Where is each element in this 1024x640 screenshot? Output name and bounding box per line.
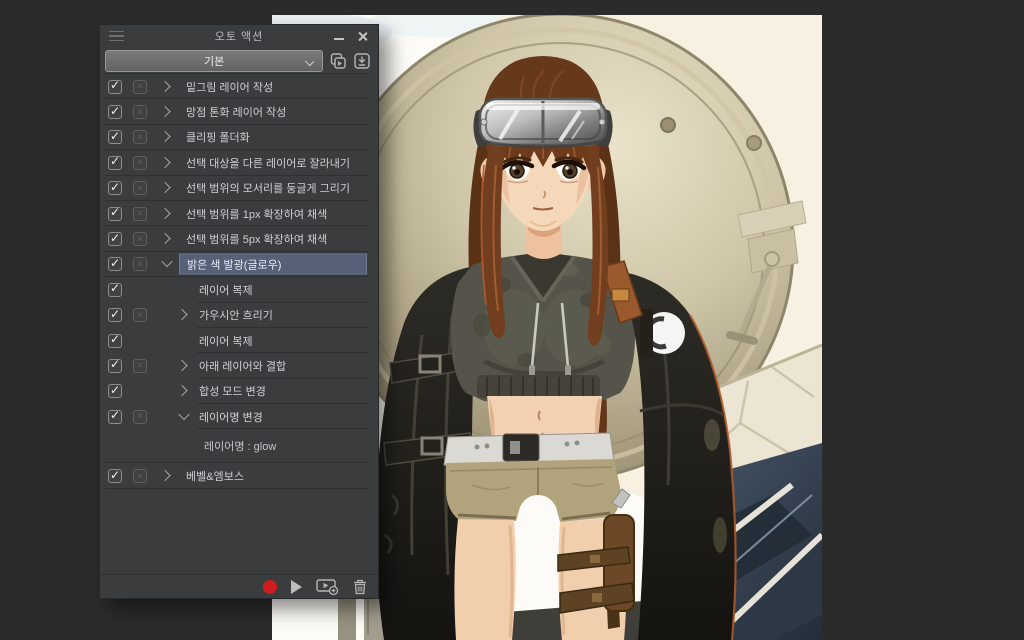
dialog-checkbox[interactable]: ✕	[133, 359, 147, 373]
add-auto-action-icon[interactable]	[316, 578, 339, 595]
chevron-right-icon[interactable]	[161, 80, 174, 93]
action-set-value: 기본	[204, 53, 224, 69]
close-icon[interactable]	[357, 31, 368, 42]
dialog-checkbox[interactable]: ✕	[133, 257, 147, 271]
chevron-down-icon	[305, 56, 314, 65]
enable-checkbox[interactable]: ✓	[108, 469, 122, 483]
action-row[interactable]: ✓ ✕ 선택 범위를 5px 확장하여 채색	[105, 226, 368, 251]
chevron-right-icon[interactable]	[161, 233, 174, 246]
panel-title: 오토 액션	[100, 28, 378, 44]
action-label: 선택 대상을 다른 레이어로 잘라내기	[186, 155, 350, 171]
action-label: 밝은 색 발광(글로우)	[179, 254, 367, 275]
action-label: 아래 레이어와 결합	[199, 358, 286, 374]
enable-checkbox[interactable]: ✓	[108, 410, 122, 424]
dialog-checkbox[interactable]: ✕	[133, 232, 147, 246]
workspace: 오토 액션 기본	[0, 0, 1024, 640]
action-label: 레이어 복제	[199, 282, 253, 298]
enable-checkbox[interactable]: ✓	[108, 207, 122, 221]
dialog-checkbox[interactable]: ✕	[133, 80, 147, 94]
enable-checkbox[interactable]: ✓	[108, 232, 122, 246]
action-label: 베벨&엠보스	[186, 468, 244, 484]
dialog-checkbox[interactable]: ✕	[133, 105, 147, 119]
action-row[interactable]: ✓ ✕ 가우시안 흐리기	[105, 303, 368, 328]
dialog-checkbox[interactable]: ✕	[133, 207, 147, 221]
action-row[interactable]: ✓ ✕ 밝은 색 발광(글로우)	[105, 252, 368, 277]
dialog-checkbox[interactable]: ✕	[133, 410, 147, 424]
enable-checkbox[interactable]: ✓	[108, 80, 122, 94]
chevron-down-icon[interactable]	[178, 410, 191, 423]
action-row[interactable]: ✓ ✕ 망점 톤화 레이어 작성	[105, 99, 368, 124]
chevron-right-icon[interactable]	[161, 106, 174, 119]
action-label: 선택 범위를 5px 확장하여 채색	[186, 231, 327, 247]
enable-checkbox[interactable]: ✓	[108, 334, 122, 348]
chevron-down-icon[interactable]	[161, 258, 174, 271]
chevron-right-icon[interactable]	[161, 182, 174, 195]
chevron-right-icon[interactable]	[178, 385, 191, 398]
action-label: 선택 범위를 1px 확장하여 채색	[186, 206, 327, 222]
action-row[interactable]: ✓ 합성 모드 변경	[105, 379, 368, 404]
enable-checkbox[interactable]: ✓	[108, 384, 122, 398]
action-row[interactable]: ✓ ✕ 선택 대상을 다른 레이어로 잘라내기	[105, 150, 368, 175]
play-icon[interactable]	[291, 580, 302, 594]
enable-checkbox[interactable]: ✓	[108, 257, 122, 271]
action-label: 클리핑 폴더화	[186, 129, 250, 145]
action-row[interactable]: ✓ ✕ 아래 레이어와 결합	[105, 353, 368, 378]
dialog-checkbox[interactable]: ✕	[133, 130, 147, 144]
action-label: 합성 모드 변경	[199, 383, 266, 399]
chevron-right-icon[interactable]	[178, 359, 191, 372]
enable-checkbox[interactable]: ✓	[108, 283, 122, 297]
action-list: ✓ ✕ 밑그림 레이어 작성 ✓ ✕ 망점 톤화 레이어 작성 ✓ ✕ 클리핑 폴더화 ✓ ✕ 선택 …	[105, 73, 368, 489]
action-label: 가우시안 흐리기	[199, 307, 273, 323]
enable-checkbox[interactable]: ✓	[108, 359, 122, 373]
action-row[interactable]: 레이어명 : glow	[105, 429, 368, 463]
dialog-checkbox[interactable]: ✕	[133, 181, 147, 195]
action-row[interactable]: ✓ 레이어 복제	[105, 328, 368, 353]
record-icon[interactable]	[263, 580, 277, 594]
import-icon[interactable]	[353, 51, 372, 71]
action-set-dropdown[interactable]: 기본	[105, 50, 323, 72]
action-row[interactable]: ✓ ✕ 선택 범위를 1px 확장하여 채색	[105, 201, 368, 226]
action-row[interactable]: ✓ ✕ 클리핑 폴더화	[105, 125, 368, 150]
dialog-checkbox[interactable]: ✕	[133, 156, 147, 170]
enable-checkbox[interactable]: ✓	[108, 308, 122, 322]
chevron-right-icon[interactable]	[161, 470, 174, 483]
enable-checkbox[interactable]: ✓	[108, 181, 122, 195]
delete-icon[interactable]	[353, 579, 367, 595]
chevron-right-icon[interactable]	[161, 131, 174, 144]
enable-checkbox[interactable]: ✓	[108, 105, 122, 119]
panel-toolbar: 기본	[100, 47, 378, 73]
panel-titlebar[interactable]: 오토 액션	[100, 25, 378, 47]
chevron-right-icon[interactable]	[161, 207, 174, 220]
action-label: 레이어명 변경	[199, 409, 263, 425]
action-row[interactable]: ✓ ✕ 베벨&엠보스	[105, 463, 368, 488]
action-row[interactable]: ✓ ✕ 레이어명 변경	[105, 404, 368, 429]
action-label: 레이어명 : glow	[204, 438, 276, 454]
action-row[interactable]: ✓ ✕ 밑그림 레이어 작성	[105, 74, 368, 99]
action-row[interactable]: ✓ 레이어 복제	[105, 277, 368, 302]
action-row[interactable]: ✓ ✕ 선택 범위의 모서리를 둥글게 그리기	[105, 176, 368, 201]
action-label: 레이어 복제	[199, 333, 253, 349]
dialog-checkbox[interactable]: ✕	[133, 308, 147, 322]
enable-checkbox[interactable]: ✓	[108, 156, 122, 170]
dialog-checkbox[interactable]: ✕	[133, 469, 147, 483]
enable-checkbox[interactable]: ✓	[108, 130, 122, 144]
action-label: 밑그림 레이어 작성	[186, 79, 273, 95]
action-label: 선택 범위의 모서리를 둥글게 그리기	[186, 180, 350, 196]
auto-action-panel: 오토 액션 기본	[99, 24, 379, 599]
panel-footer	[100, 574, 378, 598]
action-label: 망점 톤화 레이어 작성	[186, 104, 286, 120]
chevron-right-icon[interactable]	[161, 156, 174, 169]
chevron-right-icon[interactable]	[178, 309, 191, 322]
action-set-list-icon[interactable]	[328, 51, 347, 71]
